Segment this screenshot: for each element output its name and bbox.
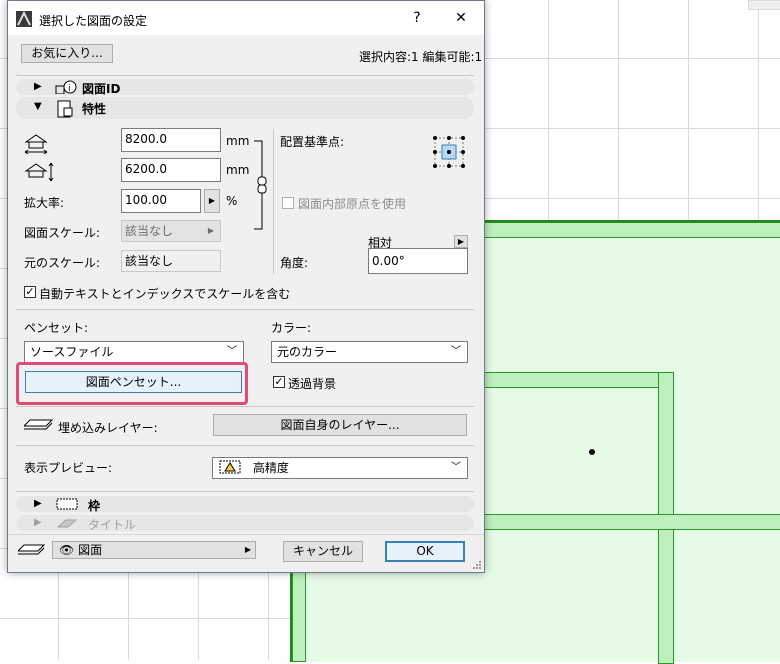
angle-input[interactable]: 0.00° [368,248,468,274]
penset-select[interactable]: ソースファイル ﹀ [24,341,244,363]
preview-select[interactable]: 高精度 ﹀ [212,457,468,479]
magnification-unit: % [226,194,238,208]
section-label: 枠 [88,499,101,513]
layers-icon [16,543,46,560]
section-frame[interactable]: ▶ 枠 [16,496,474,513]
app-icon [16,10,32,27]
svg-text:i: i [68,84,71,94]
anchor-label: 配置基準点: [280,135,345,149]
title-icon [56,517,78,532]
divider [16,309,474,310]
use-origin-checkbox[interactable] [282,197,294,209]
cancel-button[interactable]: キャンセル [283,541,363,562]
original-scale-label: 元のスケール: [24,256,101,270]
divider [16,491,474,492]
auto-text-checkbox[interactable]: ✓ [24,286,36,298]
preview-label: 表示プレビュー: [24,461,113,475]
section-label: タイトル [88,518,137,532]
preview-quality-icon [219,460,241,474]
help-button[interactable]: ? [402,7,432,29]
close-button[interactable]: ✕ [446,7,476,29]
section-title[interactable]: ▶ タイトル [16,515,474,532]
angle-label: 角度: [280,256,309,270]
section-label: 図面ID [82,82,121,96]
vertical-divider [273,129,274,274]
link-chain-icon[interactable] [252,139,268,235]
drawing-id-icon: i [54,80,78,97]
transparent-bg-checkbox[interactable]: ✓ [273,376,285,388]
embedded-layer-label: 埋め込みレイヤー: [58,421,158,435]
window-title: 選択した図面の設定 [39,14,148,28]
drawing-scale-select: 該当なし ▶ [121,220,221,242]
expand-triangle-icon: ▶ [34,81,42,92]
resize-grip-icon[interactable] [472,560,482,570]
collapse-triangle-icon: ▼ [34,101,42,112]
layer-select[interactable]: 👁 図面 ▶ [52,541,256,559]
width-unit: mm [226,134,250,148]
height-unit: mm [226,163,250,177]
use-origin-label: 図面内部原点を使用 [298,197,407,211]
hotspot-point[interactable] [589,449,595,455]
arrow-right-icon: ▶ [244,545,251,554]
width-icon [24,132,48,157]
section-drawing-id[interactable]: ▶ i 図面ID [16,79,474,97]
penset-label: ペンセット: [24,321,89,335]
own-layer-button[interactable]: 図面自身のレイヤー... [213,414,467,436]
height-input[interactable]: 6200.0 [121,158,221,182]
color-label: カラー: [271,321,312,335]
selection-info: 選択内容:1 編集可能:1 [359,50,483,64]
magnification-input[interactable]: 100.00 [121,189,201,213]
anchor-point-selector[interactable] [432,135,466,169]
frame-icon [56,498,78,513]
chevron-down-icon: ﹀ [451,346,461,357]
auto-text-label: 自動テキストとインデックスでスケールを含む [39,287,291,301]
divider [16,445,474,446]
transparent-bg-label: 透過背景 [288,377,337,391]
chevron-down-icon: ﹀ [227,346,237,357]
width-input[interactable]: 8200.0 [121,128,221,152]
drawing-scale-label: 図面スケール: [24,226,101,240]
expand-triangle-icon: ▶ [34,498,42,509]
divider [8,534,484,535]
color-select[interactable]: 元のカラー ﹀ [271,341,468,363]
canvas-corner-button[interactable] [748,0,780,10]
title-bar: 選択した図面の設定 ? ✕ [8,1,484,35]
relative-menu-button[interactable]: ▶ [454,235,468,248]
section-label: 特性 [82,102,107,116]
drawing-penset-button[interactable]: 図面ペンセット... [25,371,242,393]
original-scale-value: 該当なし [121,250,221,272]
chevron-down-icon: ﹀ [451,462,461,473]
height-icon [24,161,54,186]
layers-icon [22,418,54,435]
expand-triangle-icon: ▶ [34,517,42,528]
drawing-settings-dialog: 選択した図面の設定 ? ✕ お気に入り... 選択内容:1 編集可能:1 ▶ i… [7,0,485,573]
ok-button[interactable]: OK [385,541,465,562]
magnification-label: 拡大率: [24,196,65,210]
divider [16,406,474,407]
eye-icon: 👁 [59,543,75,557]
arrow-right-icon: ▶ [207,226,214,235]
properties-icon [54,100,78,121]
section-properties[interactable]: ▼ 特性 [16,97,474,119]
favorites-button[interactable]: お気に入り... [21,44,113,63]
divider [16,75,474,76]
magnification-arrow-button[interactable]: ▶ [204,189,220,213]
